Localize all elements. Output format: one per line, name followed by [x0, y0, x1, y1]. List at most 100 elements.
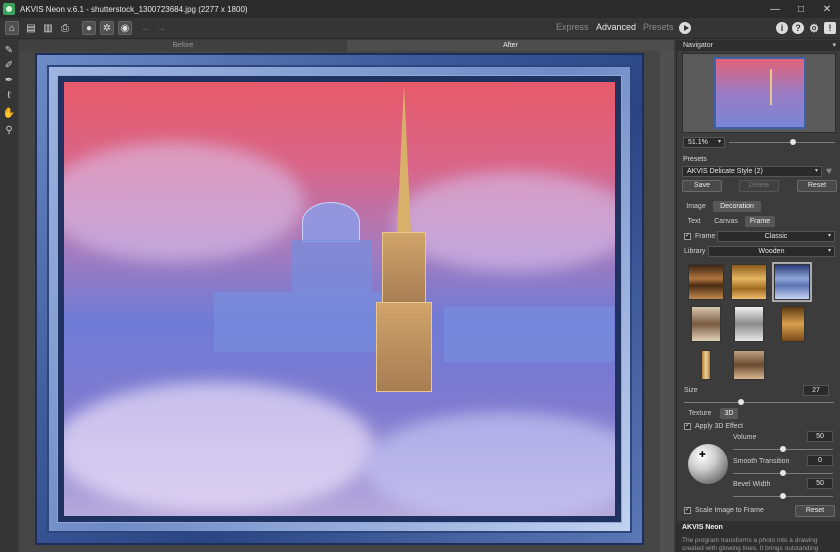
tab-before[interactable]: Before — [19, 40, 347, 51]
save-file-icon[interactable]: ▥ — [41, 21, 55, 35]
light-source-marker[interactable]: ✚ — [699, 450, 706, 459]
tools-panel: ✎ ✐ ✒ ℓ ✋ ⚲ — [0, 40, 18, 552]
chevron-down-icon: ▾ — [827, 233, 831, 239]
library-dropdown[interactable]: Wooden ▾ — [708, 246, 835, 257]
bevel-width-value[interactable]: 50 — [807, 478, 833, 489]
light-direction-sphere[interactable] — [688, 444, 728, 484]
close-button[interactable]: ✕ — [814, 0, 840, 18]
smooth-transition-value[interactable]: 0 — [807, 455, 833, 466]
smooth-transition-label: Smooth Transition — [733, 458, 790, 465]
zoom-slider-knob[interactable] — [789, 139, 796, 145]
chevron-down-icon: ▾ — [814, 168, 818, 174]
toolbar: ⌂ ▤ ▥ ⎙ ● ✲ ◉ ← → Express Advanced Prese… — [0, 18, 840, 39]
tab-presets[interactable]: Presets — [643, 22, 674, 32]
city-buildings — [444, 307, 614, 362]
neon-brush-icon[interactable]: ✎ — [3, 44, 15, 56]
notification-icon[interactable]: ! — [824, 22, 836, 34]
size-value[interactable]: 27 — [803, 385, 829, 396]
share-icon[interactable]: ◉ — [118, 21, 132, 35]
frame-inner-border — [57, 75, 622, 523]
reset-3d-button[interactable]: Reset — [795, 505, 835, 517]
apply-3d-label: Apply 3D Effect — [695, 423, 744, 430]
hand-icon[interactable]: ✋ — [3, 107, 15, 119]
tab-canvas[interactable]: Canvas — [710, 216, 742, 227]
cathedral-dome — [302, 202, 360, 242]
print-icon[interactable]: ⎙ — [58, 21, 72, 35]
tab-texture[interactable]: Texture — [683, 408, 717, 419]
tab-express[interactable]: Express — [556, 22, 589, 32]
decorative-frame — [35, 53, 644, 545]
minimize-button[interactable]: — — [762, 0, 788, 18]
tab-image[interactable]: Image — [682, 201, 710, 212]
window-title: AKVIS Neon v.6.1 - shutterstock_13007236… — [20, 4, 248, 14]
frame-checkbox[interactable]: ✓ — [684, 233, 691, 240]
cathedral-body — [292, 240, 372, 295]
frame-swatch[interactable] — [781, 306, 805, 342]
tab-advanced[interactable]: Advanced — [596, 22, 636, 32]
frame-swatch[interactable] — [734, 306, 764, 342]
library-value: Wooden — [758, 248, 785, 255]
gear-icon[interactable]: ⚙ — [808, 22, 820, 35]
batch-icon[interactable]: ● — [82, 21, 96, 35]
bevel-width-slider-knob[interactable] — [780, 493, 786, 499]
settings-icon[interactable]: ✲ — [100, 21, 114, 35]
collapse-icon[interactable]: ▾ — [832, 40, 836, 51]
home-icon[interactable]: ⌂ — [5, 21, 19, 35]
size-slider-knob[interactable] — [738, 399, 744, 405]
vertical-scrollbar[interactable] — [660, 51, 674, 552]
frame-swatch[interactable] — [701, 350, 711, 380]
cloud — [64, 142, 304, 262]
volume-slider-knob[interactable] — [780, 446, 786, 452]
preset-value: AKVIS Delicate Style (2) — [687, 168, 763, 175]
redo-icon[interactable]: → — [154, 21, 168, 35]
frame-swatch-selected[interactable] — [772, 262, 812, 302]
title-bar: AKVIS Neon v.6.1 - shutterstock_13007236… — [0, 0, 840, 18]
navigator-thumbnail[interactable] — [714, 57, 806, 129]
undo-icon[interactable]: ← — [139, 21, 153, 35]
settings-panel: Navigator ▾ 51.1% ▾ Presets AKVIS Delica… — [676, 40, 840, 552]
frame-swatch[interactable] — [691, 306, 721, 342]
window-controls: — □ ✕ — [762, 0, 840, 18]
zoom-dropdown[interactable]: 51.1% ▾ — [683, 137, 725, 148]
frame-swatch[interactable] — [733, 350, 765, 380]
library-label: Library — [684, 248, 706, 255]
preset-dropdown[interactable]: AKVIS Delicate Style (2) ▾ — [682, 166, 822, 177]
cloud — [364, 412, 615, 516]
volume-value[interactable]: 50 — [807, 431, 833, 442]
smooth-transition-slider-knob[interactable] — [780, 470, 786, 476]
scale-to-frame-checkbox[interactable]: ✓ — [684, 507, 691, 514]
result-image — [64, 82, 615, 516]
zoom-icon[interactable]: ⚲ — [3, 124, 15, 136]
tab-3d[interactable]: 3D — [720, 408, 738, 419]
navigator-preview[interactable] — [682, 53, 836, 133]
tab-frame[interactable]: Frame — [745, 216, 775, 227]
heart-icon[interactable]: ♥ — [826, 166, 832, 177]
size-slider[interactable] — [684, 402, 834, 403]
delete-preset-button[interactable]: Delete — [739, 180, 779, 192]
run-icon[interactable] — [679, 22, 691, 34]
bell-tower-spire — [397, 84, 411, 234]
history-brush-icon[interactable]: ✒ — [3, 74, 15, 86]
info-icon[interactable]: i — [776, 22, 788, 34]
bevel-width-label: Bevel Width — [733, 481, 771, 488]
canvas-area[interactable]: Before After — [19, 40, 674, 552]
info-box: AKVIS Neon The program transforms a phot… — [677, 521, 840, 552]
frame-swatch[interactable] — [688, 264, 724, 300]
help-icon[interactable]: ? — [792, 22, 804, 34]
eraser-icon[interactable]: ✐ — [3, 59, 15, 71]
save-preset-button[interactable]: Save — [682, 180, 722, 192]
tab-text[interactable]: Text — [682, 216, 706, 227]
frame-type-dropdown[interactable]: Classic ▾ — [717, 231, 835, 242]
maximize-button[interactable]: □ — [788, 0, 814, 18]
apply-3d-checkbox[interactable]: ✓ — [684, 423, 691, 430]
reset-preset-button[interactable]: Reset — [797, 180, 837, 192]
city-buildings — [214, 292, 384, 352]
navigator-title: Navigator — [683, 42, 713, 49]
zoom-slider[interactable] — [729, 142, 835, 143]
frame-swatch[interactable] — [731, 264, 767, 300]
tab-decoration[interactable]: Decoration — [713, 201, 761, 212]
tab-after[interactable]: After — [347, 40, 674, 51]
scale-to-frame-label: Scale Image to Frame — [695, 507, 764, 514]
smudge-icon[interactable]: ℓ — [3, 89, 15, 101]
open-file-icon[interactable]: ▤ — [24, 21, 38, 35]
